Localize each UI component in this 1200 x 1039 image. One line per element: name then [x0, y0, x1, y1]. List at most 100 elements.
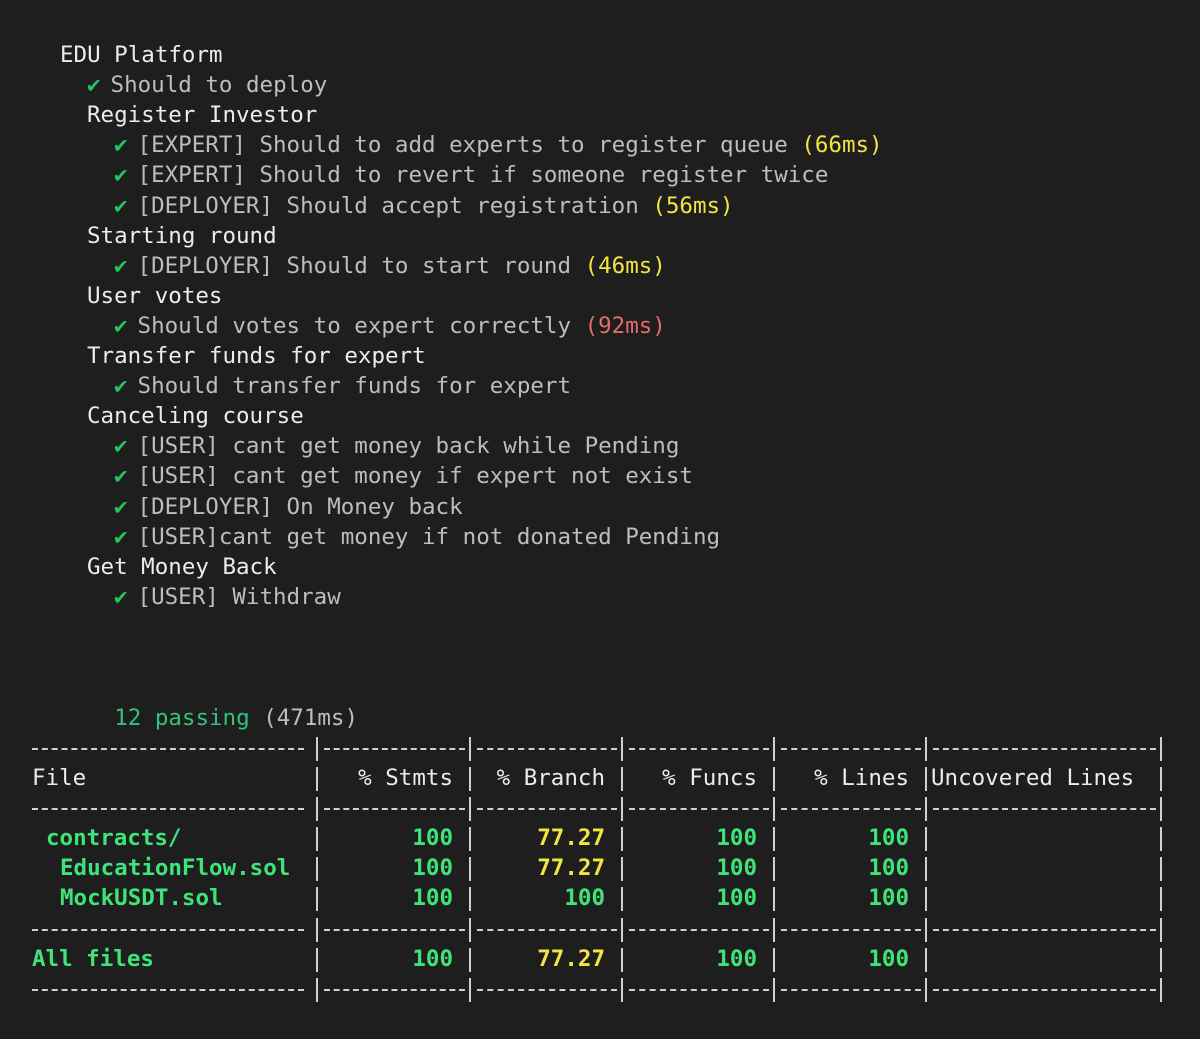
column-divider	[621, 978, 623, 1002]
column-header-file: File	[32, 765, 87, 791]
table-separator	[32, 808, 304, 810]
test-label: [DEPLOYER] Should to start round	[137, 252, 572, 279]
suite-label: Transfer funds for expert	[87, 343, 426, 369]
column-divider	[925, 857, 927, 881]
test-label: [EXPERT] Should to add experts to regist…	[137, 132, 788, 159]
passing-count: 12 passing	[114, 705, 250, 731]
table-separator	[324, 929, 465, 931]
table-separator	[477, 929, 617, 931]
column-header-branch: % Branch	[496, 765, 605, 791]
table-separator	[629, 989, 769, 991]
test-case: ✔ [USER] cant get money if expert not exi…	[114, 461, 693, 491]
table-separator	[477, 808, 617, 810]
row-file-name: All files	[32, 946, 154, 972]
test-label: [USER] cant get money back while Pending	[137, 433, 680, 460]
terminal-window: EDU Platform ✔ Should to deploy Register In…	[0, 0, 1200, 1039]
suite-title: Register Investor	[87, 100, 317, 130]
row-funcs: 100	[716, 885, 757, 911]
test-case: ✔ [USER]cant get money if not donated Pen…	[114, 522, 720, 552]
test-duration: (92ms)	[584, 312, 666, 339]
column-divider	[469, 978, 471, 1002]
test-duration: (46ms)	[584, 252, 666, 279]
row-branch: 77.27	[537, 855, 605, 881]
suite-title: Get Money Back	[87, 552, 277, 582]
table-separator	[933, 929, 1156, 931]
test-case: ✔ Should votes to expert correctly (92ms)	[114, 311, 666, 341]
row-branch: 77.27	[537, 946, 605, 972]
test-case: ✔ Should transfer funds for expert	[114, 371, 571, 401]
test-label: Should votes to expert correctly	[137, 312, 572, 339]
suite-label: Starting round	[87, 222, 277, 249]
table-separator	[781, 748, 921, 750]
test-label: Should transfer funds for expert	[137, 373, 572, 400]
checkmark-icon: ✔	[114, 493, 128, 520]
suite-title: EDU Platform	[60, 40, 223, 70]
suite-label: Get Money Back	[87, 553, 277, 580]
table-separator	[629, 748, 769, 750]
table-separator	[781, 808, 921, 810]
checkmark-icon: ✔	[114, 312, 128, 339]
test-label: [DEPLOYER] Should accept registration	[137, 192, 639, 219]
column-divider	[469, 737, 471, 761]
table-separator	[324, 808, 465, 810]
column-divider	[925, 948, 927, 972]
suite-title: Starting round	[87, 221, 277, 251]
row-file-name: MockUSDT.sol	[60, 885, 223, 911]
row-funcs: 100	[716, 946, 757, 972]
test-case: ✔ [USER] cant get money back while Pendin…	[114, 431, 679, 461]
table-separator	[781, 929, 921, 931]
suite-label: Canceling course	[87, 403, 304, 430]
test-case: ✔ [USER] Withdraw	[114, 582, 341, 612]
test-label: [USER] cant get money if expert not exis…	[137, 463, 693, 490]
column-header-uncovered: Uncovered Lines	[931, 765, 1135, 791]
test-case: ✔ [DEPLOYER] On Money back	[114, 492, 463, 522]
column-divider	[469, 918, 471, 942]
table-separator	[324, 748, 465, 750]
total-duration: (471ms)	[263, 705, 359, 731]
test-summary: 12 passing (471ms)	[60, 673, 358, 731]
row-stmts: 100	[412, 855, 453, 881]
column-divider	[621, 918, 623, 942]
column-divider	[1160, 737, 1162, 761]
row-file-name: EducationFlow.sol	[60, 855, 291, 881]
suite-label: Register Investor	[87, 102, 318, 129]
suite-title: Canceling course	[87, 401, 304, 431]
column-divider	[316, 737, 318, 761]
test-label: [EXPERT] Should to revert if someone reg…	[137, 162, 829, 189]
test-label: [USER]cant get money if not donated Pend…	[137, 523, 721, 550]
column-divider	[316, 978, 318, 1002]
column-header-funcs: % Funcs	[662, 765, 757, 791]
checkmark-icon: ✔	[87, 72, 101, 99]
test-case: ✔ [EXPERT] Should to add experts to regis…	[114, 130, 883, 160]
column-divider	[1160, 918, 1162, 942]
test-label: Should to deploy	[110, 72, 328, 99]
table-separator	[629, 929, 769, 931]
column-divider	[925, 887, 927, 911]
column-divider	[469, 797, 471, 821]
column-divider	[1160, 857, 1162, 881]
column-header-lines: % Lines	[814, 765, 909, 791]
row-lines: 100	[868, 946, 909, 972]
checkmark-icon: ✔	[114, 463, 128, 490]
checkmark-icon: ✔	[114, 523, 128, 550]
checkmark-icon: ✔	[114, 583, 128, 610]
column-divider	[1160, 767, 1162, 791]
test-duration: (66ms)	[801, 132, 883, 159]
row-funcs: 100	[716, 825, 757, 851]
table-separator	[477, 989, 617, 991]
test-case: ✔ [DEPLOYER] Should accept registration (…	[114, 191, 734, 221]
column-divider	[925, 797, 927, 821]
column-divider	[925, 918, 927, 942]
column-divider	[925, 767, 927, 791]
row-stmts: 100	[412, 946, 453, 972]
column-divider	[773, 918, 775, 942]
suite-label: EDU Platform	[60, 42, 223, 68]
column-divider	[1160, 978, 1162, 1002]
column-divider	[773, 978, 775, 1002]
row-stmts: 100	[412, 825, 453, 851]
column-divider	[316, 918, 318, 942]
checkmark-icon: ✔	[114, 373, 128, 400]
table-separator	[933, 989, 1156, 991]
row-stmts: 100	[412, 885, 453, 911]
table-separator	[629, 808, 769, 810]
